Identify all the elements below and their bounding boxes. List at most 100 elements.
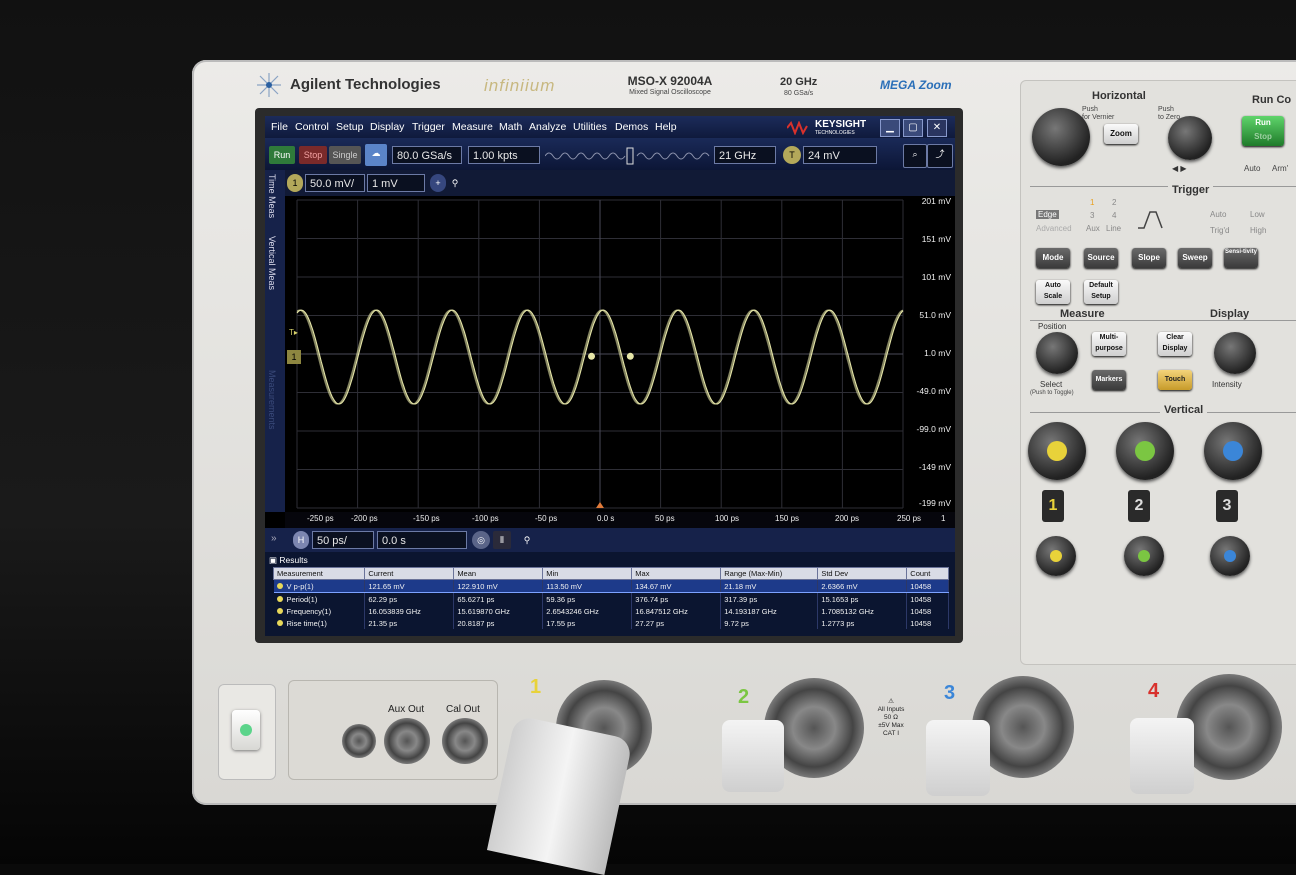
source-button[interactable]: Source — [1084, 248, 1118, 268]
menu-help[interactable]: Help — [655, 121, 677, 133]
default-setup-button[interactable]: Default Setup — [1084, 280, 1118, 304]
expand-icon[interactable]: » — [271, 533, 277, 544]
results-column-header[interactable]: Mean — [453, 567, 544, 580]
single-button[interactable]: Single — [329, 146, 361, 164]
ch3-scale-knob[interactable] — [1204, 422, 1262, 480]
measurement-name-text: Period(1) — [286, 594, 318, 604]
trigger-level-field[interactable]: 24 mV — [803, 146, 877, 164]
input-rating-label: ⚠ All Inputs 50 Ω ±5V Max CAT I — [868, 698, 914, 738]
ch2-offset-knob[interactable] — [1124, 536, 1164, 576]
waveform-graticule — [296, 199, 904, 509]
reset-position-icon[interactable]: ◎ — [472, 531, 490, 549]
power-button[interactable] — [232, 710, 260, 750]
bandwidth-field[interactable]: 21 GHz — [714, 146, 776, 164]
measurement-value: 10458 — [906, 605, 949, 617]
ch1-offset-knob[interactable] — [1036, 536, 1076, 576]
memory-depth-field[interactable]: 1.00 kpts — [468, 146, 540, 164]
add-channel-icon[interactable]: + — [430, 174, 446, 192]
trigger-in-connector[interactable] — [342, 724, 376, 758]
vertical-scale-field[interactable]: 50.0 mV/ — [305, 174, 365, 192]
results-column-header[interactable]: Min — [542, 567, 633, 580]
channel-1-input-label: 1 — [530, 676, 542, 698]
channel-bar: 1 50.0 mV/ 1 mV + ⚲ — [265, 170, 955, 196]
run-stop-button[interactable]: Run Stop — [1242, 116, 1284, 146]
markers-button[interactable]: Markers — [1092, 370, 1126, 390]
y-tick-label: -199 mV — [918, 498, 951, 508]
measurement-value: 113.50 mV — [542, 579, 633, 593]
menu-display[interactable]: Display — [370, 121, 404, 133]
menu-file[interactable]: File — [271, 121, 288, 133]
horizontal-scale-knob[interactable] — [1032, 108, 1090, 166]
delay-icon[interactable]: ⦀ — [493, 531, 511, 549]
stop-button[interactable]: Stop — [299, 146, 327, 164]
menu-math[interactable]: Math — [499, 121, 522, 133]
results-row[interactable]: V p-p(1) 121.65 mV 122.910 mV 113.50 mV 134.… — [273, 579, 949, 593]
aux-out-connector[interactable] — [384, 718, 430, 764]
time-position-field[interactable]: 0.0 s — [377, 531, 467, 549]
measurement-value: 21.18 mV — [720, 579, 819, 593]
auto-scale-button[interactable]: Auto Scale — [1036, 280, 1070, 304]
y-tick-label: 151 mV — [921, 234, 951, 244]
y-tick-label: 1.0 mV — [924, 348, 951, 358]
restore-icon[interactable]: ▢ — [903, 119, 923, 137]
zoom-button[interactable]: Zoom — [1104, 124, 1138, 144]
channel-1-button[interactable]: 1 — [1042, 490, 1064, 522]
measurement-value: 10458 — [906, 617, 949, 629]
trigger-edge-icon[interactable]: ⤴ — [927, 144, 953, 168]
ch1-scale-knob[interactable] — [1028, 422, 1086, 480]
channel-3-button[interactable]: 3 — [1216, 490, 1238, 522]
touch-button[interactable]: Touch — [1158, 370, 1192, 390]
multi-purpose-button[interactable]: Multi-purpose — [1092, 332, 1126, 356]
clear-display-button[interactable]: Clear Display — [1158, 332, 1192, 356]
pin-icon[interactable]: ⚲ — [448, 174, 462, 192]
source-1-label: 1 — [1090, 198, 1095, 207]
vertical-offset-field[interactable]: 1 mV — [367, 174, 425, 192]
model-number: MSO-X 92004A — [627, 74, 713, 88]
results-row[interactable]: Frequency(1) 16.053839 GHz 15.619870 GHz 2.… — [273, 605, 949, 617]
tab-measurements[interactable]: Measurements — [267, 370, 277, 430]
results-column-header[interactable]: Measurement — [272, 567, 366, 580]
sensitivity-button[interactable]: Sensi-tivity — [1224, 248, 1258, 268]
minimize-icon[interactable]: ▁ — [880, 119, 900, 137]
ch3-offset-knob[interactable] — [1210, 536, 1250, 576]
ch2-scale-knob[interactable] — [1116, 422, 1174, 480]
cal-out-connector[interactable] — [442, 718, 488, 764]
horizontal-position-knob[interactable] — [1168, 116, 1212, 160]
results-row[interactable]: Rise time(1) 21.35 ps 20.8187 ps 17.55 ps 27… — [273, 617, 949, 629]
mode-button[interactable]: Mode — [1036, 248, 1070, 268]
channel-2-button[interactable]: 2 — [1128, 490, 1150, 522]
menu-trigger[interactable]: Trigger — [412, 121, 445, 133]
menu-setup[interactable]: Setup — [336, 121, 363, 133]
results-column-header[interactable]: Std Dev — [817, 567, 908, 580]
results-column-header[interactable]: Max — [631, 567, 722, 580]
pin-icon[interactable]: ⚲ — [520, 531, 534, 549]
menu-utilities[interactable]: Utilities — [573, 121, 607, 133]
menu-demos[interactable]: Demos — [615, 121, 648, 133]
sweep-button[interactable]: Sweep — [1178, 248, 1212, 268]
tab-time-meas[interactable]: Time Meas — [267, 174, 277, 218]
slope-button[interactable]: Slope — [1132, 248, 1166, 268]
results-column-header[interactable]: Range (Max-Min) — [720, 567, 819, 580]
x-axis-page-number: 1 — [941, 514, 946, 523]
measure-position-knob[interactable] — [1036, 332, 1078, 374]
menu-measure[interactable]: Measure — [452, 121, 493, 133]
waveform-display[interactable] — [285, 196, 927, 511]
menu-analyze[interactable]: Analyze — [529, 121, 566, 133]
zoom-search-icon[interactable]: ⌕ — [903, 144, 927, 168]
acquisition-mode-icon[interactable]: ☁ — [365, 144, 387, 166]
channel-1-ground-marker-icon[interactable]: 1 — [287, 350, 301, 364]
intensity-knob[interactable] — [1214, 332, 1256, 374]
aux-label: Aux — [1086, 224, 1100, 233]
time-scale-field[interactable]: 50 ps/ — [312, 531, 374, 549]
run-button[interactable]: Run — [269, 146, 295, 164]
results-tab[interactable]: ▣ Results — [269, 555, 308, 566]
touch-screen: File Control Setup Display Trigger Measu… — [265, 116, 955, 636]
results-column-header[interactable]: Current — [364, 567, 455, 580]
results-row[interactable]: Period(1) 62.29 ps 65.6271 ps 59.36 ps 376.7… — [273, 592, 949, 605]
x-tick-label: 250 ps — [897, 514, 922, 523]
sample-rate-field[interactable]: 80.0 GSa/s — [392, 146, 462, 164]
menu-control[interactable]: Control — [295, 121, 329, 133]
tab-vertical-meas[interactable]: Vertical Meas — [267, 236, 277, 290]
results-column-header[interactable]: Count — [906, 567, 949, 580]
close-icon[interactable]: ✕ — [927, 119, 947, 137]
